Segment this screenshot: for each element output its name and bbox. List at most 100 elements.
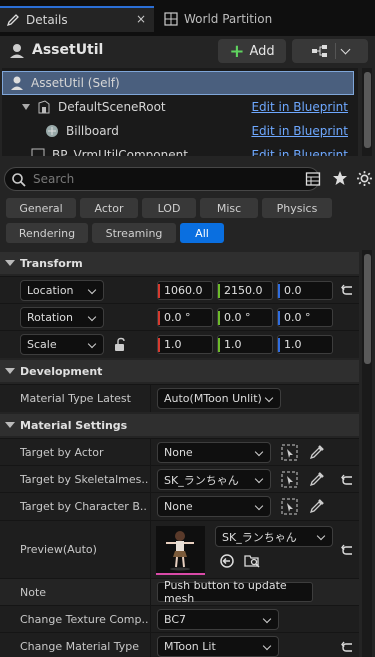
z-axis-marker xyxy=(278,311,280,325)
eyedropper-icon[interactable] xyxy=(309,471,325,487)
component-default-scene-root[interactable]: DefaultSceneRoot Edit in Blueprint xyxy=(2,95,354,119)
rotation-y-field[interactable]: 0.0 ° xyxy=(217,308,273,327)
material-type-dropdown[interactable]: MToon Lit xyxy=(157,636,279,657)
category-material-settings[interactable]: Material Settings xyxy=(0,414,359,436)
z-axis-marker xyxy=(278,338,280,352)
chevron-down-icon xyxy=(87,312,97,322)
component-label: BP_VrmUtilComponent xyxy=(52,148,188,156)
rotation-mode-dropdown[interactable]: Rotation xyxy=(20,307,104,328)
target-skeletalmesh-dropdown[interactable]: SK_ランちゃん xyxy=(157,469,271,490)
category-transform[interactable]: Transform xyxy=(0,252,359,274)
close-icon[interactable]: × xyxy=(136,12,146,26)
add-button-label: Add xyxy=(249,43,275,59)
filter-general[interactable]: General xyxy=(6,198,76,218)
tab-details[interactable]: Details × xyxy=(0,6,154,32)
y-axis-marker xyxy=(218,284,220,298)
pick-actor-icon[interactable] xyxy=(281,498,298,515)
scale-y-field[interactable]: 1.0 xyxy=(217,335,273,354)
add-button[interactable]: + Add xyxy=(218,39,286,63)
chevron-down-icon xyxy=(262,614,272,624)
property-label: Change Texture Comp... xyxy=(20,613,148,626)
chevron-down-icon xyxy=(87,339,97,349)
expand-arrow-icon xyxy=(22,104,30,110)
property-location: Location 1060.0 2150.0 0.0 xyxy=(0,276,359,303)
pick-actor-icon[interactable] xyxy=(281,444,298,461)
eyedropper-icon[interactable] xyxy=(309,444,325,460)
note-text-field[interactable]: Push button to update mesh xyxy=(157,579,313,605)
pencil-icon xyxy=(6,14,19,27)
tab-world-partition[interactable]: World Partition xyxy=(156,6,375,32)
property-label: Target by Character B... xyxy=(20,500,148,513)
component-billboard[interactable]: Billboard Edit in Blueprint xyxy=(2,119,354,143)
table-view-icon[interactable] xyxy=(305,171,321,187)
category-title: Transform xyxy=(20,256,83,270)
filter-actor[interactable]: Actor xyxy=(80,198,138,218)
component-self[interactable]: AssetUtil (Self) xyxy=(2,71,354,95)
location-z-field[interactable]: 0.0 xyxy=(277,281,333,300)
filter-physics[interactable]: Physics xyxy=(262,198,332,218)
property-label: Material Type Latest xyxy=(20,392,131,405)
mesh-thumbnail[interactable] xyxy=(156,526,205,575)
chevron-down-icon xyxy=(264,393,274,403)
x-axis-marker xyxy=(158,284,160,298)
value: 1.0 xyxy=(284,338,302,351)
gear-icon[interactable] xyxy=(356,170,373,187)
edit-in-blueprint-link[interactable]: Edit in Blueprint xyxy=(251,148,348,156)
character-thumbnail-image xyxy=(166,531,194,571)
reset-arrow-icon[interactable] xyxy=(341,543,355,557)
plus-icon: + xyxy=(229,40,245,62)
rotation-z-field[interactable]: 0.0 ° xyxy=(277,308,333,327)
edit-in-blueprint-link[interactable]: Edit in Blueprint xyxy=(251,100,348,114)
target-character-dropdown[interactable]: None xyxy=(157,496,271,517)
filter-streaming[interactable]: Streaming xyxy=(92,223,176,243)
scale-x-field[interactable]: 1.0 xyxy=(157,335,213,354)
edit-in-blueprint-link[interactable]: Edit in Blueprint xyxy=(251,124,348,138)
component-icon xyxy=(31,148,45,156)
reset-arrow-icon[interactable] xyxy=(341,283,355,297)
column-divider xyxy=(150,521,151,578)
component-scrollbar-thumb[interactable] xyxy=(364,72,371,148)
value: 0.0 ° xyxy=(284,311,311,324)
texture-compression-dropdown[interactable]: BC7 xyxy=(157,609,279,630)
component-vrm-util[interactable]: BP_VrmUtilComponent Edit in Blueprint xyxy=(2,143,354,156)
use-selected-icon[interactable] xyxy=(219,553,235,569)
location-mode-dropdown[interactable]: Location xyxy=(20,280,104,301)
location-x-field[interactable]: 1060.0 xyxy=(157,281,213,300)
target-actor-dropdown[interactable]: None xyxy=(157,442,271,463)
filter-all[interactable]: All xyxy=(180,223,224,243)
eyedropper-icon[interactable] xyxy=(309,498,325,514)
tab-details-label: Details xyxy=(26,13,68,27)
filter-rendering[interactable]: Rendering xyxy=(6,223,88,243)
chevron-down-icon xyxy=(340,44,351,54)
blueprint-options-button[interactable] xyxy=(292,39,368,63)
tab-world-partition-label: World Partition xyxy=(184,12,273,26)
column-divider xyxy=(150,606,151,632)
chevron-down-icon xyxy=(87,285,97,295)
pick-actor-icon[interactable] xyxy=(281,471,298,488)
reset-arrow-icon[interactable] xyxy=(341,640,355,654)
component-tree: AssetUtil (Self) DefaultSceneRoot Edit i… xyxy=(2,68,358,156)
unlock-icon[interactable] xyxy=(113,337,127,352)
chevron-down-icon xyxy=(316,531,326,541)
scene-root-icon xyxy=(38,100,50,114)
location-y-field[interactable]: 2150.0 xyxy=(217,281,273,300)
reset-arrow-icon[interactable] xyxy=(341,473,355,487)
browse-icon[interactable] xyxy=(244,553,260,569)
star-icon[interactable] xyxy=(332,170,348,186)
scale-mode-dropdown[interactable]: Scale xyxy=(20,334,104,355)
property-scale: Scale 1.0 1.0 1.0 xyxy=(0,330,359,358)
preview-mesh-dropdown[interactable]: SK_ランちゃん xyxy=(215,526,333,547)
collapse-arrow-icon xyxy=(5,368,15,374)
material-type-latest-dropdown[interactable]: Auto(MToon Unlit) xyxy=(157,388,281,409)
value: None xyxy=(164,500,193,513)
details-scrollbar-thumb[interactable] xyxy=(364,254,371,364)
scale-z-field[interactable]: 1.0 xyxy=(277,335,333,354)
category-development[interactable]: Development xyxy=(0,360,359,382)
column-divider xyxy=(150,493,151,520)
property-note: Note Push button to update mesh xyxy=(0,578,359,605)
rotation-x-field[interactable]: 0.0 ° xyxy=(157,308,213,327)
search-field[interactable]: Search xyxy=(4,167,320,191)
filter-lod[interactable]: LOD xyxy=(142,198,196,218)
component-label: Billboard xyxy=(66,124,119,138)
filter-misc[interactable]: Misc xyxy=(200,198,258,218)
